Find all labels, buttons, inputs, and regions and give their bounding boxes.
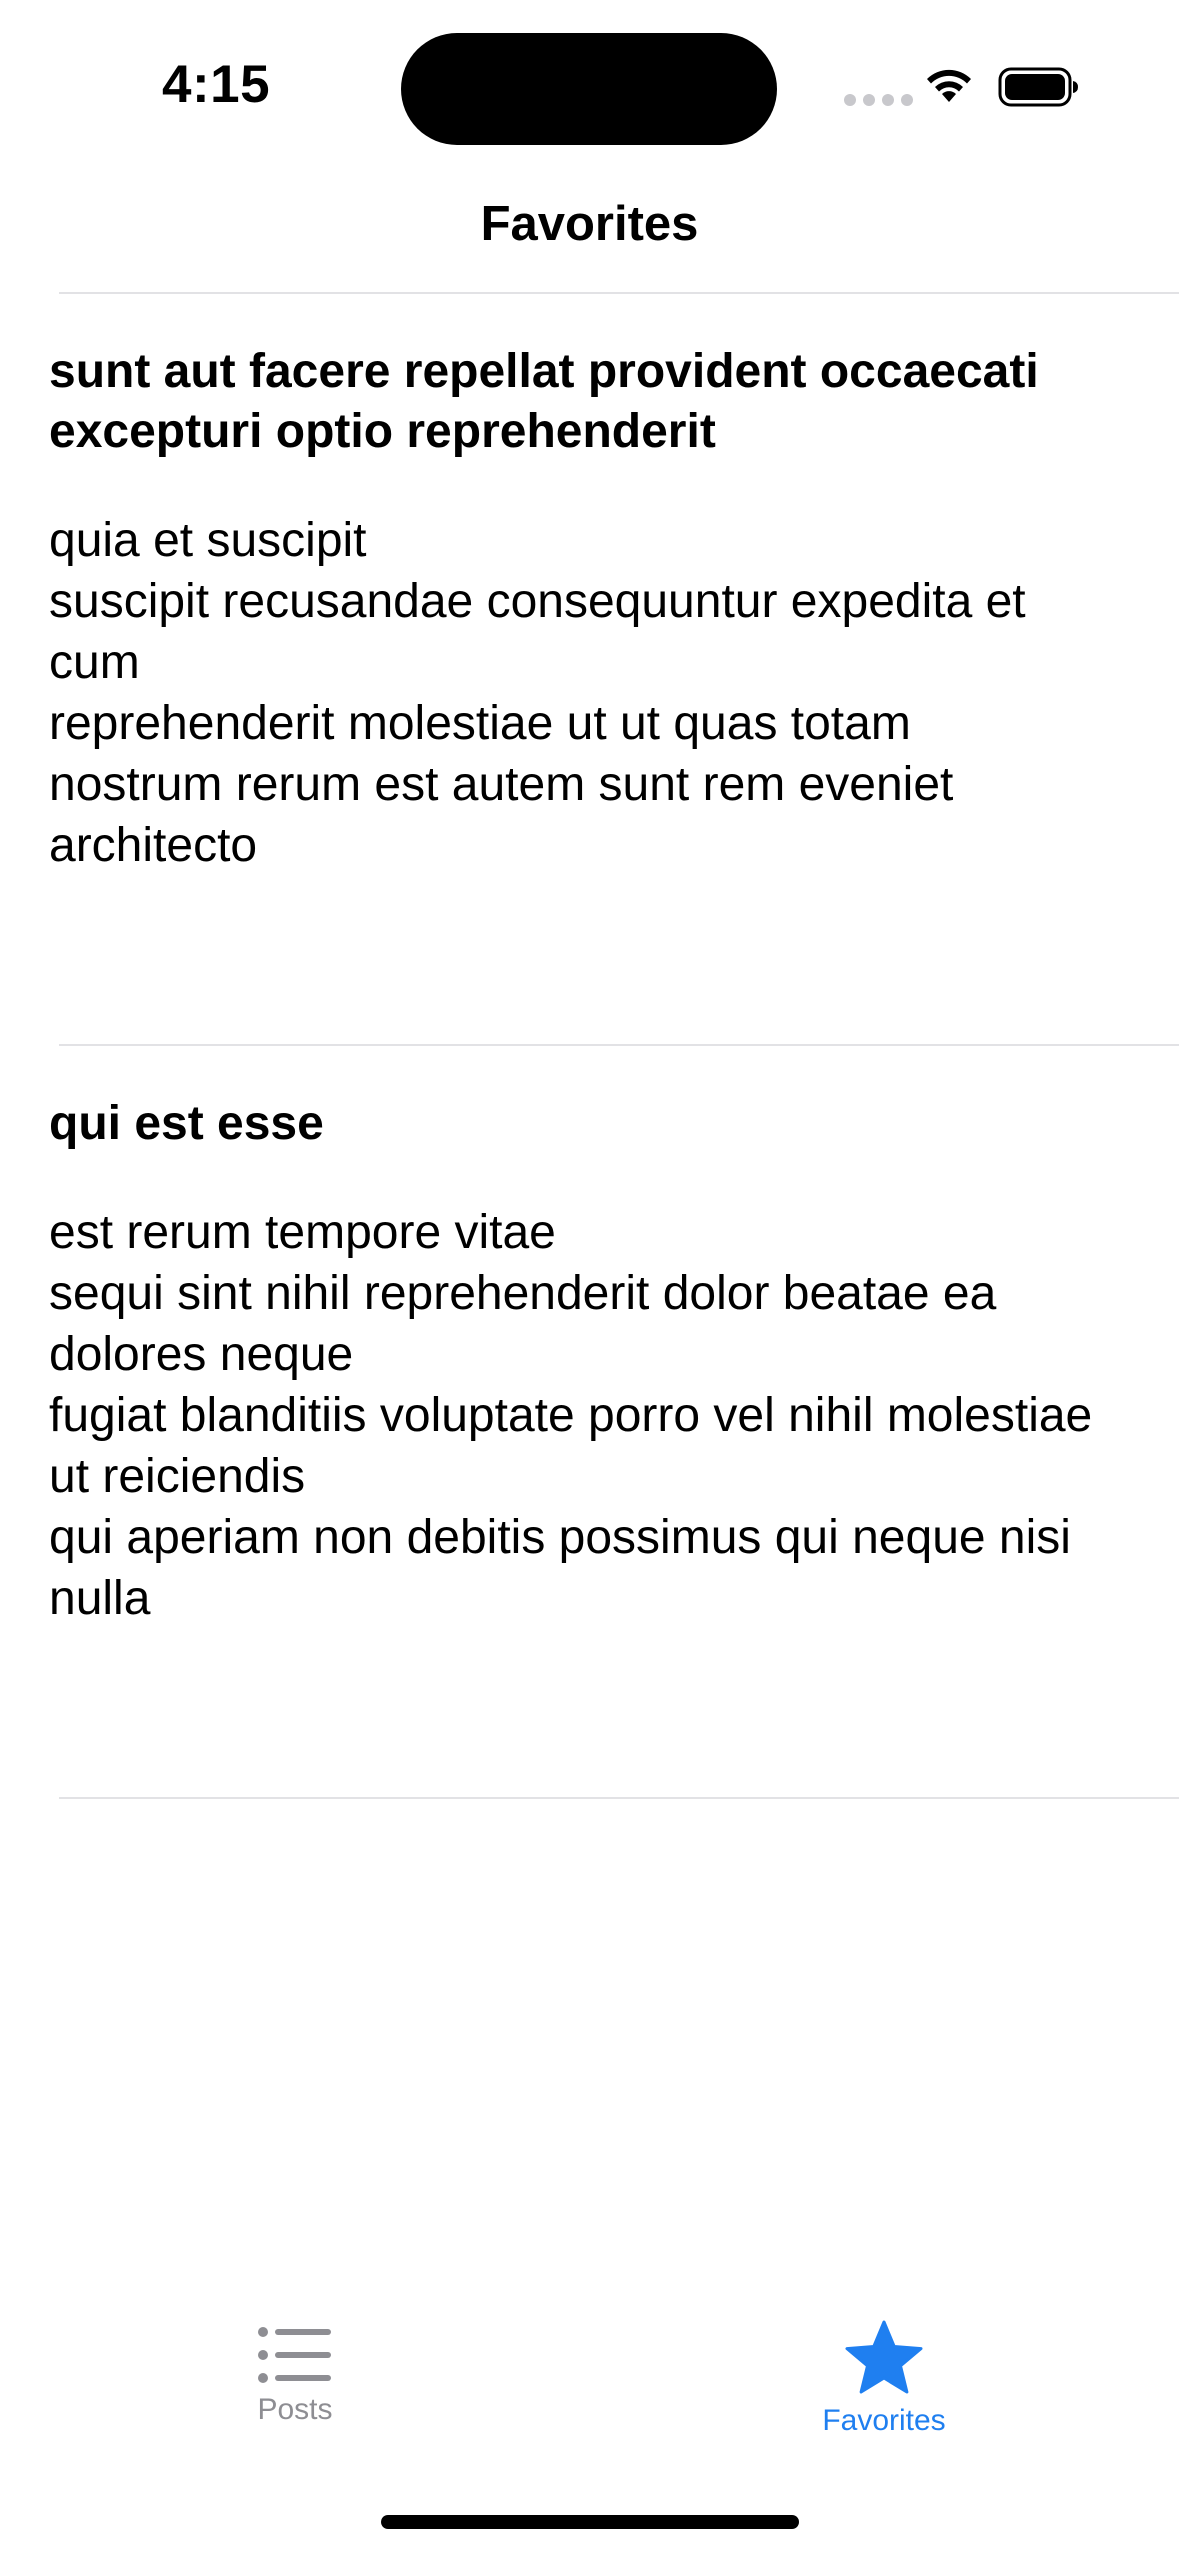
post-title: sunt aut facere repellat provident occae… xyxy=(49,345,1039,458)
home-indicator[interactable] xyxy=(381,2515,799,2529)
post-body: est rerum tempore vitae sequi sint nihil… xyxy=(49,1206,1093,1625)
post-title: qui est esse xyxy=(49,1097,324,1150)
tab-posts[interactable]: Posts xyxy=(145,2290,445,2450)
battery-icon xyxy=(998,67,1078,107)
star-icon xyxy=(845,2320,923,2394)
status-bar: 4:15 xyxy=(0,0,1179,170)
tab-bar: Posts Favorites xyxy=(0,2290,1179,2470)
tab-label: Posts xyxy=(257,2393,333,2426)
tab-label: Favorites xyxy=(822,2404,946,2437)
divider xyxy=(59,1797,1179,1799)
divider xyxy=(59,1044,1179,1046)
post-body: quia et suscipit suscipit recusandae con… xyxy=(49,514,1026,872)
list-item[interactable]: qui est esse est rerum tempore vitae seq… xyxy=(49,1094,1129,1629)
wifi-icon xyxy=(927,69,971,102)
dynamic-island xyxy=(401,33,777,145)
tab-favorites[interactable]: Favorites xyxy=(734,2290,1034,2450)
list-icon xyxy=(258,2327,331,2383)
status-time: 4:15 xyxy=(162,55,271,114)
list-item[interactable]: sunt aut facere repellat provident occae… xyxy=(49,342,1129,876)
page-title: Favorites xyxy=(480,197,699,251)
divider xyxy=(59,292,1179,294)
cellular-signal-icon xyxy=(844,94,913,106)
